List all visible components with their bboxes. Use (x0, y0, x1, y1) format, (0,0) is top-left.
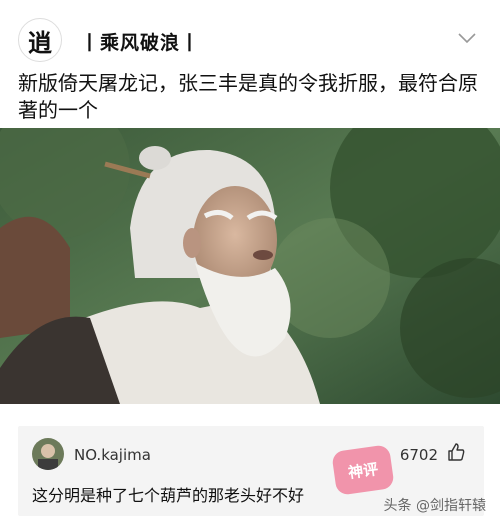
watermark: 头条 @剑指轩辕 (383, 498, 486, 514)
post-text: 新版倚天屠龙记，张三丰是真的令我折服，最符合原著的一个 (18, 71, 478, 122)
featured-comment-stamp: 神评 (331, 444, 395, 496)
comment-text: 这分明是种了七个葫芦的那老头好不好 (32, 486, 305, 505)
like-count: 6702 (399, 446, 438, 464)
author-name[interactable]: 丨乘风破浪丨 (80, 28, 200, 55)
stamp-label: 神评 (346, 459, 380, 482)
thumbs-up-icon[interactable] (446, 442, 466, 462)
author-avatar[interactable]: 逍 (18, 18, 62, 62)
post-page: 逍 丨乘风破浪丨 新版倚天屠龙记，张三丰是真的令我折服，最符合原著的一个 NO.… (0, 0, 500, 521)
post-header: 逍 丨乘风破浪丨 (0, 0, 500, 64)
chevron-down-icon[interactable] (458, 32, 476, 44)
commenter-avatar[interactable] (32, 438, 64, 470)
post-image[interactable] (0, 128, 500, 404)
commenter-name[interactable]: NO.kajima (74, 446, 151, 464)
old-man-photo-icon (0, 128, 500, 404)
avatar-glyph: 逍 (28, 27, 52, 57)
